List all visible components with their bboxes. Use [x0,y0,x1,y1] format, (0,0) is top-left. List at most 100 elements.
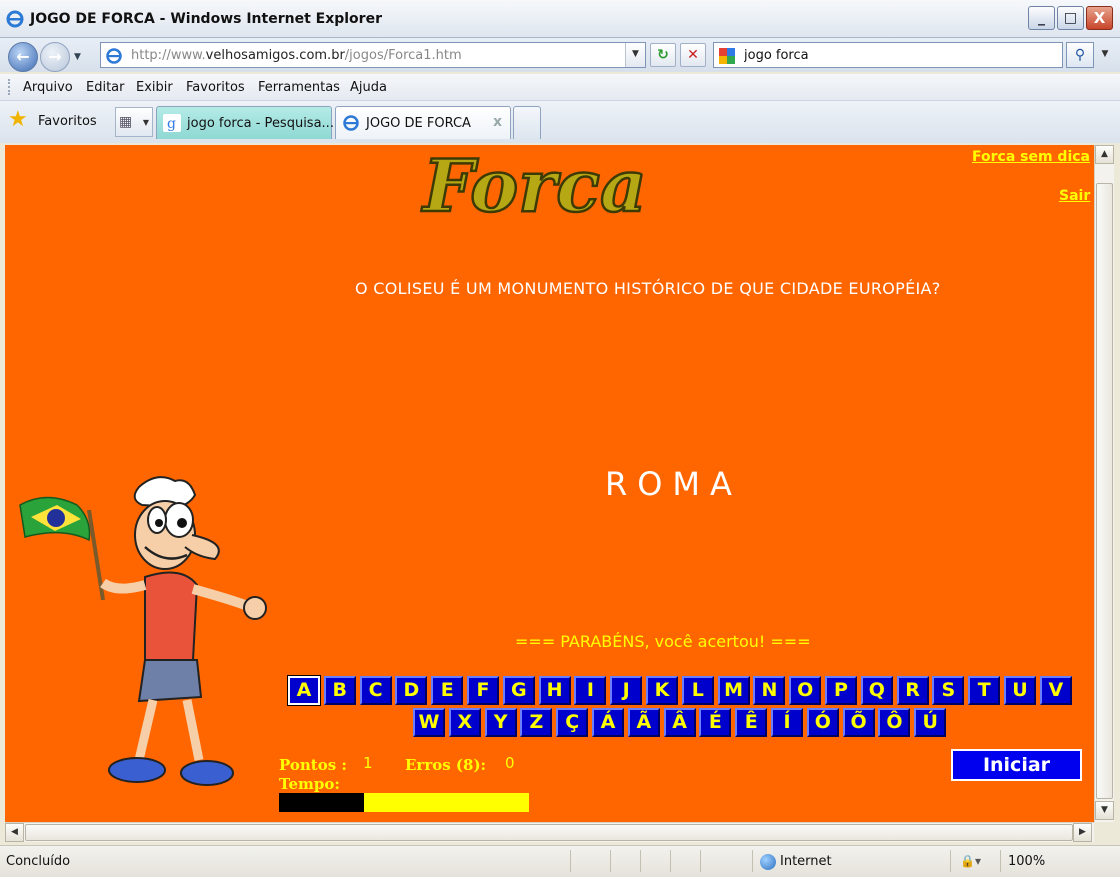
star-icon: ★ [8,107,28,132]
letter-button[interactable]: R [896,676,929,705]
history-dropdown-icon[interactable]: ▼ [74,52,86,62]
horizontal-scrollbar[interactable]: ◀ ▶ [5,822,1094,842]
menu-exibir[interactable]: Exibir [136,80,173,95]
vertical-scroll-thumb[interactable] [1096,183,1113,799]
letter-button[interactable]: Â [663,708,696,737]
letter-button[interactable]: H [538,676,571,705]
tab-close-icon[interactable]: x [493,114,502,130]
maximize-button[interactable]: □ [1057,6,1084,30]
letter-button[interactable]: Ç [556,708,589,737]
protected-mode-icon[interactable]: 🔒▾ [960,854,981,868]
letter-button[interactable]: U [1004,676,1036,705]
letter-button[interactable]: Q [860,676,893,705]
letter-button[interactable]: A [287,675,321,706]
scroll-up-icon[interactable]: ▲ [1095,145,1114,164]
window-titlebar: JOGO DE FORCA - Windows Internet Explore… [0,0,1120,38]
letter-button[interactable]: S [932,676,965,705]
letter-button[interactable]: V [1039,676,1072,705]
scroll-down-icon[interactable]: ▼ [1095,801,1114,820]
status-divider [700,850,701,872]
letter-button[interactable]: W [413,708,445,737]
letter-button[interactable]: O [789,676,822,705]
scroll-left-icon[interactable]: ◀ [5,823,24,842]
result-message: === PARABÉNS, você acertou! === [515,632,811,651]
search-box[interactable] [713,42,1063,68]
letter-button[interactable]: É [699,708,732,737]
quick-tabs-button[interactable]: ▦ ▼ [115,107,153,137]
minimize-button[interactable]: _ [1028,6,1055,30]
svg-text:Forca: Forca [421,145,647,223]
menu-ferramentas[interactable]: Ferramentas [258,80,340,95]
letter-button[interactable]: Í [771,708,803,737]
back-button[interactable]: ← [8,42,38,72]
letter-button[interactable]: J [610,676,643,705]
search-icon[interactable]: ⚲ [1066,42,1094,68]
time-bar [279,793,529,812]
letter-button[interactable]: Á [592,708,624,737]
menu-bar: Arquivo Editar Exibir Favoritos Ferramen… [0,74,1120,101]
letter-button[interactable]: Ó [806,708,839,737]
letter-button[interactable]: Ê [735,708,768,737]
maximize-icon: □ [1063,10,1078,26]
forward-button[interactable]: → [40,42,70,72]
letter-button[interactable]: T [968,676,1001,705]
letter-button[interactable]: Z [520,708,553,737]
menu-ajuda[interactable]: Ajuda [350,80,387,95]
letter-button[interactable]: F [467,676,499,705]
letter-button[interactable]: P [825,676,857,705]
letter-button[interactable]: N [753,676,786,705]
menu-editar[interactable]: Editar [86,80,125,95]
iniciar-button[interactable]: Iniciar [951,749,1082,781]
sair-link[interactable]: Sair [1059,188,1090,204]
menu-arquivo[interactable]: Arquivo [23,80,73,95]
address-bar[interactable]: http://www.velhosamigos.com.br/jogos/For… [100,42,646,68]
letter-button[interactable]: Ô [878,708,911,737]
tab-jogo-de-forca[interactable]: JOGO DE FORCA x [335,106,511,139]
favorites-label: Favoritos [38,114,97,129]
letter-button[interactable]: Y [484,708,517,737]
letter-button[interactable]: L [681,676,714,705]
letter-button[interactable]: M [717,676,750,705]
close-button[interactable]: X [1086,6,1113,30]
ie-page-icon [106,48,122,64]
letter-button[interactable]: G [502,676,535,705]
letter-button[interactable]: E [431,676,464,705]
letter-button[interactable]: B [323,676,356,705]
letter-button[interactable]: D [395,676,428,705]
tab-label: JOGO DE FORCA [366,116,471,131]
errors-label: Erros (8): [405,756,487,774]
horizontal-scroll-thumb[interactable] [25,824,1073,841]
status-divider [610,850,611,872]
stop-button[interactable]: ✕ [680,43,706,67]
search-input[interactable] [744,46,1054,64]
new-tab-button[interactable] [513,106,541,139]
address-dropdown-icon[interactable]: ▼ [625,43,645,67]
window-title: JOGO DE FORCA - Windows Internet Explore… [30,11,382,27]
favorites-button[interactable]: ★ Favoritos [8,107,104,135]
letter-button[interactable]: Ú [914,708,947,737]
toolbar-grip[interactable] [8,79,11,95]
back-arrow-icon: ← [16,47,30,66]
letter-button[interactable]: Õ [842,708,875,737]
search-options-dropdown-icon[interactable]: ▼ [1096,42,1114,68]
address-url[interactable]: http://www.velhosamigos.com.br/jogos/For… [131,48,462,63]
letter-button[interactable]: Ã [627,708,660,737]
letter-button[interactable]: K [646,676,678,705]
time-label: Tempo: [279,775,340,793]
close-icon: X [1093,9,1106,27]
scroll-right-icon[interactable]: ▶ [1073,823,1092,842]
refresh-button[interactable]: ↻ [650,43,676,67]
menu-favoritos[interactable]: Favoritos [186,80,245,95]
letter-button[interactable]: C [359,676,392,705]
tab-google-search[interactable]: g jogo forca - Pesquisa... [156,106,334,139]
vertical-scrollbar[interactable]: ▲ ▼ [1094,145,1114,822]
address-toolbar: ← → ▼ http://www.velhosamigos.com.br/jog… [0,38,1120,72]
errors-value: 0 [505,754,515,772]
forca-sem-dica-link[interactable]: Forca sem dica [972,149,1090,165]
letter-button[interactable]: X [448,708,481,737]
globe-icon [760,854,776,870]
zoom-level[interactable]: 100% [1008,854,1045,869]
letter-button[interactable]: I [574,676,607,705]
tab-bar: ★ Favoritos ▦ ▼ g jogo forca - Pesquisa..… [0,101,1120,143]
status-divider [640,850,641,872]
